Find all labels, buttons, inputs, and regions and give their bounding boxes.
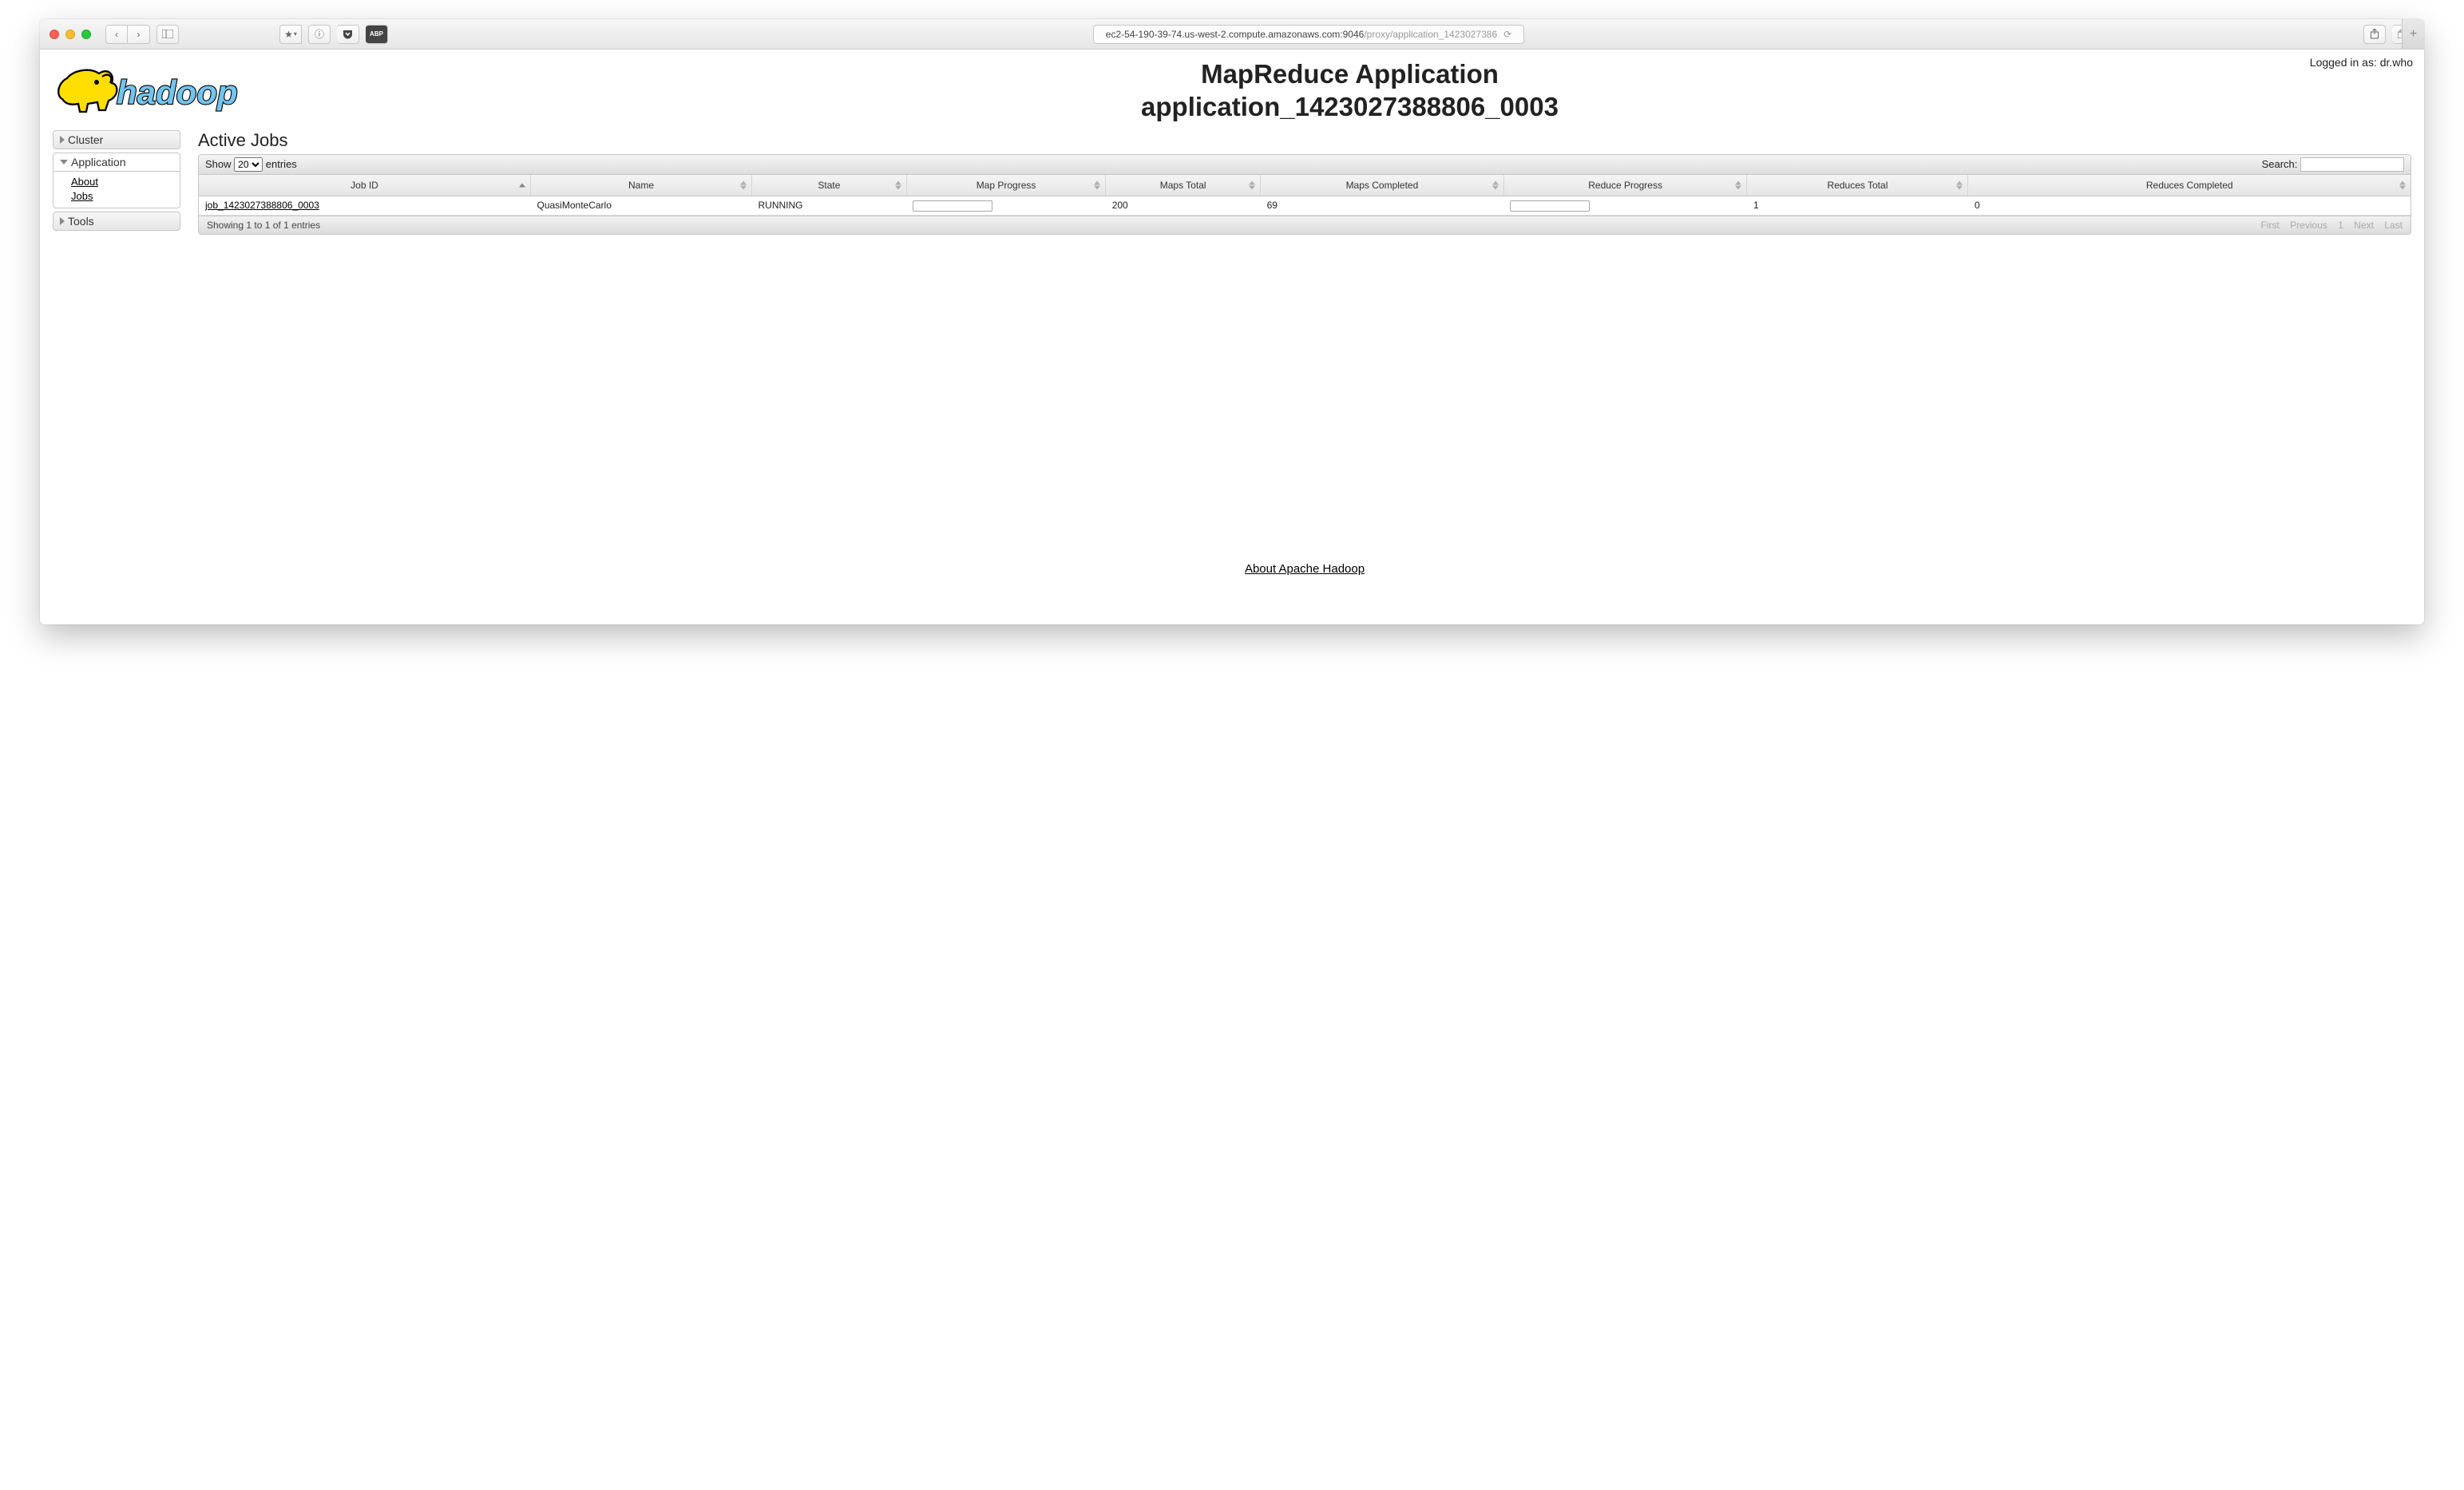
table-paginate: First Previous 1 Next Last [2253,220,2403,231]
search-input[interactable] [2300,157,2404,172]
search-label: Search: [2262,158,2298,170]
cell-name: QuasiMonteCarlo [531,196,752,216]
url-path: /proxy/application_1423027386 [1364,29,1497,40]
sidebar-icon [162,30,173,38]
chevron-right-icon [60,136,65,144]
cell-reduces-completed: 0 [1968,196,2411,216]
minimize-window-button[interactable] [65,30,75,39]
paginate-first[interactable]: First [2261,220,2280,231]
col-red-prog[interactable]: Reduce Progress [1503,175,1747,196]
paginate-prev[interactable]: Previous [2290,220,2327,231]
table-row: job_1423027388806_0003 QuasiMonteCarlo R… [199,196,2411,216]
chevron-down-icon [60,160,68,164]
new-tab-button[interactable]: + [2402,19,2424,49]
abp-button[interactable]: ABP [366,25,388,44]
cell-state: RUNNING [752,196,907,216]
cell-map-progress [906,196,1105,216]
chevron-right-icon [60,217,65,225]
sidebar: Cluster Application About Jobs Tools [53,130,180,596]
table-search: Search: [2262,157,2404,172]
cell-maps-total: 200 [1106,196,1261,216]
active-jobs-table: Show 20 entries Search: [198,154,2411,235]
close-window-button[interactable] [50,30,59,39]
sidebar-link-jobs[interactable]: Jobs [71,189,173,204]
sidebar-item-cluster[interactable]: Cluster [53,130,180,149]
sidebar-application-children: About Jobs [53,172,180,208]
url-host: ec2-54-190-39-74.us-west-2.compute.amazo… [1106,29,1365,40]
col-map-prog[interactable]: Map Progress [906,175,1105,196]
job-id-link[interactable]: job_1423027388806_0003 [205,200,319,211]
page-length-select[interactable]: 20 [234,157,263,172]
page-length-pre: Show [205,158,232,170]
svg-text:hadoop: hadoop [117,73,238,111]
col-name[interactable]: Name [531,175,752,196]
col-state[interactable]: State [752,175,907,196]
col-red-cmp[interactable]: Reduces Completed [1968,175,2411,196]
page-title-line2: application_1423027388806_0003 [1141,92,1559,121]
share-icon [2370,29,2379,39]
login-status: Logged in as: dr.who [2310,56,2413,69]
page-length-post: entries [266,158,297,170]
section-heading: Active Jobs [198,130,2411,151]
page-title-line1: MapReduce Application [1201,59,1499,89]
sidebar-label-cluster: Cluster [68,133,103,146]
info-button[interactable]: ⓘ [308,25,331,44]
nav-back-button[interactable]: ‹ [105,25,128,44]
cell-reduces-total: 1 [1747,196,1968,216]
nav-forward-button[interactable]: › [128,25,150,44]
bookmark-button[interactable]: ★▾ [279,25,302,44]
hadoop-logo[interactable]: hadoop [53,57,288,125]
page-length-control: Show 20 entries [205,157,297,172]
sidebar-item-application[interactable]: Application [53,153,180,172]
col-maps-tot[interactable]: Maps Total [1106,175,1261,196]
col-maps-cmp[interactable]: Maps Completed [1261,175,1504,196]
cell-reduce-progress [1503,196,1747,216]
cell-maps-completed: 69 [1261,196,1504,216]
about-hadoop-link[interactable]: About Apache Hadoop [1245,562,1365,576]
maximize-window-button[interactable] [81,30,91,39]
reload-icon[interactable]: ⟳ [1503,29,1511,40]
col-job-id[interactable]: Job ID [199,175,531,196]
paginate-next[interactable]: Next [2354,220,2374,231]
share-button[interactable] [2363,25,2386,44]
table-info: Showing 1 to 1 of 1 entries [207,220,320,231]
pocket-icon [343,30,353,39]
sidebar-item-tools[interactable]: Tools [53,212,180,231]
sidebar-label-application: Application [71,156,126,168]
paginate-page[interactable]: 1 [2338,220,2343,231]
window-controls [50,30,91,39]
sidebar-label-tools: Tools [68,215,94,228]
url-bar[interactable]: ec2-54-190-39-74.us-west-2.compute.amazo… [1093,25,1524,44]
browser-toolbar: ‹ › ★▾ ⓘ ABP ec2-54-190-39-74.us-west-2.… [40,19,2424,50]
col-red-tot[interactable]: Reduces Total [1747,175,1968,196]
pocket-button[interactable] [337,25,359,44]
show-sidebar-button[interactable] [156,25,179,44]
paginate-last[interactable]: Last [2384,220,2403,231]
sidebar-link-about[interactable]: About [71,175,173,189]
